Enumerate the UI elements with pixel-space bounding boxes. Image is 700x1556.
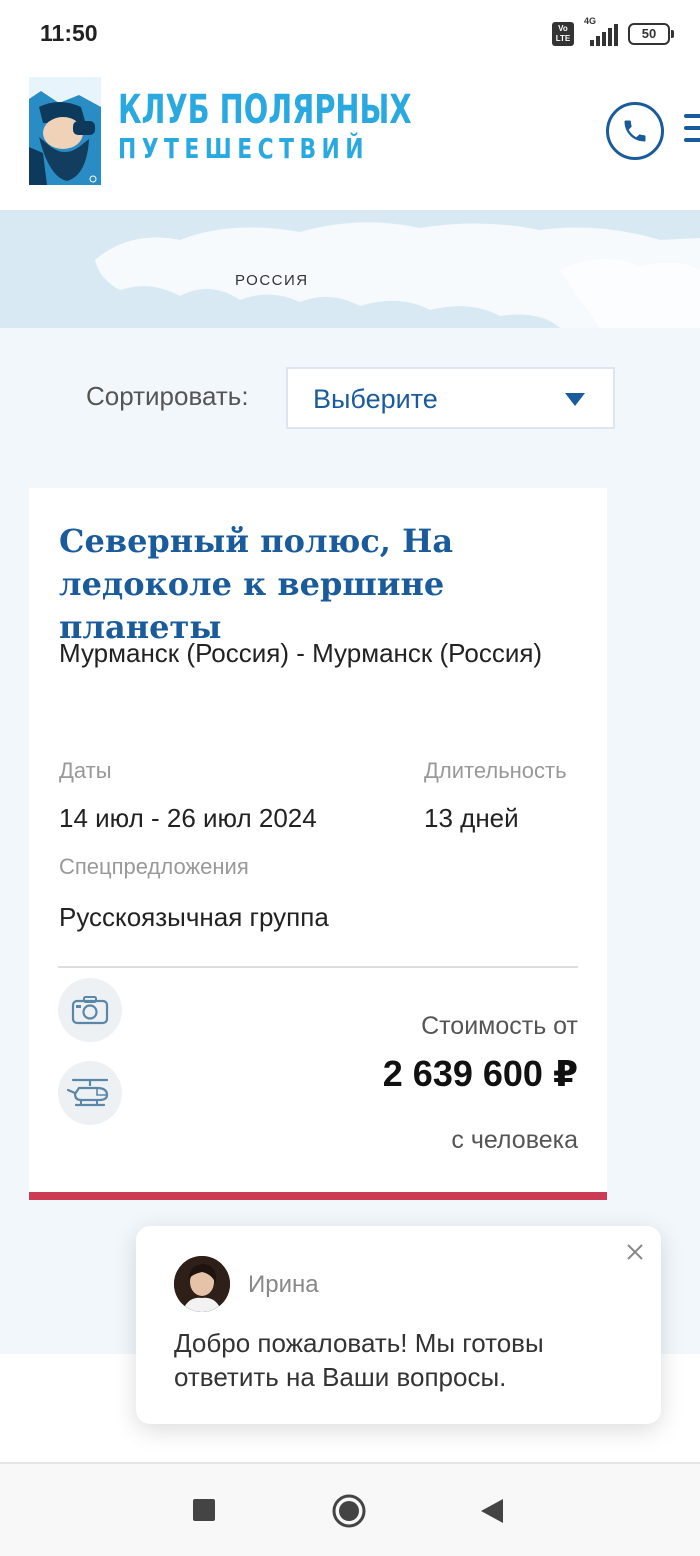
system-nav-bar <box>0 1462 700 1556</box>
chat-popup[interactable]: Ирина Добро пожаловать! Мы готовы ответи… <box>136 1226 661 1424</box>
home-icon[interactable] <box>331 1493 367 1534</box>
back-icon[interactable] <box>479 1497 505 1530</box>
sort-label: Сортировать: <box>86 381 249 411</box>
price-label: Стоимость от <box>421 1012 578 1040</box>
dates-value: 14 июл - 26 июл 2024 <box>59 803 317 833</box>
card-accent-bar <box>29 1192 607 1200</box>
phone-icon <box>624 120 646 142</box>
tour-card[interactable]: Северный полюс, На ледоколе к вершине пл… <box>29 488 607 1200</box>
card-divider <box>58 966 578 968</box>
region-label: РОССИЯ <box>235 272 309 289</box>
offers-value: Русскоязычная группа <box>59 902 329 932</box>
site-header: КЛУБ ПОЛЯРНЫХ ПУТЕШЕСТВИЙ <box>0 70 700 210</box>
offers-label: Спецпредложения <box>59 854 249 879</box>
tour-title[interactable]: Северный полюс, На ледоколе к вершине пл… <box>59 520 589 649</box>
logo-text[interactable]: КЛУБ ПОЛЯРНЫХ ПУТЕШЕСТВИЙ <box>118 88 526 166</box>
volte-icon: Vo LTE <box>552 22 574 46</box>
signal-icon: 4G <box>584 16 618 46</box>
helicopter-icon <box>67 1078 109 1107</box>
dates-label: Даты <box>59 758 112 783</box>
camera-icon <box>71 996 109 1025</box>
duration-value: 13 дней <box>424 803 519 833</box>
network-type: 4G <box>584 16 597 26</box>
map-background <box>95 222 700 328</box>
call-button[interactable] <box>606 102 664 160</box>
price-unit: с человека <box>451 1126 578 1154</box>
chevron-down-icon <box>565 393 585 406</box>
sort-selected-value: Выберите <box>313 384 438 414</box>
close-icon[interactable] <box>623 1240 647 1264</box>
duration-label: Длительность <box>424 758 567 783</box>
status-time: 11:50 <box>40 20 98 46</box>
agent-avatar <box>174 1256 230 1312</box>
hamburger-menu-icon[interactable] <box>684 114 700 144</box>
chat-message: Добро пожаловать! Мы готовы ответить на … <box>174 1328 544 1392</box>
status-icons: Vo LTE 4G 50 <box>552 16 674 48</box>
price-value: 2 639 600 ₽ <box>382 1053 578 1094</box>
tour-route: Мурманск (Россия) - Мурманск (Россия) <box>59 638 543 668</box>
region-banner: РОССИЯ <box>0 210 700 328</box>
logo-line2: ПУТЕШЕСТВИЙ <box>118 132 370 165</box>
helicopter-feature <box>58 1061 122 1125</box>
battery-icon: 50 <box>628 23 674 45</box>
agent-name: Ирина <box>248 1271 319 1298</box>
logo-line1: КЛУБ ПОЛЯРНЫХ <box>118 87 412 133</box>
main-content: Сортировать: Выберите Северный полюс, На… <box>0 328 700 1354</box>
recent-apps-icon[interactable] <box>192 1498 216 1527</box>
sort-select[interactable]: Выберите <box>286 367 615 429</box>
status-bar: 11:50 Vo LTE 4G 50 <box>0 0 700 70</box>
photo-feature <box>58 978 122 1042</box>
logo-emblem[interactable] <box>29 77 101 185</box>
